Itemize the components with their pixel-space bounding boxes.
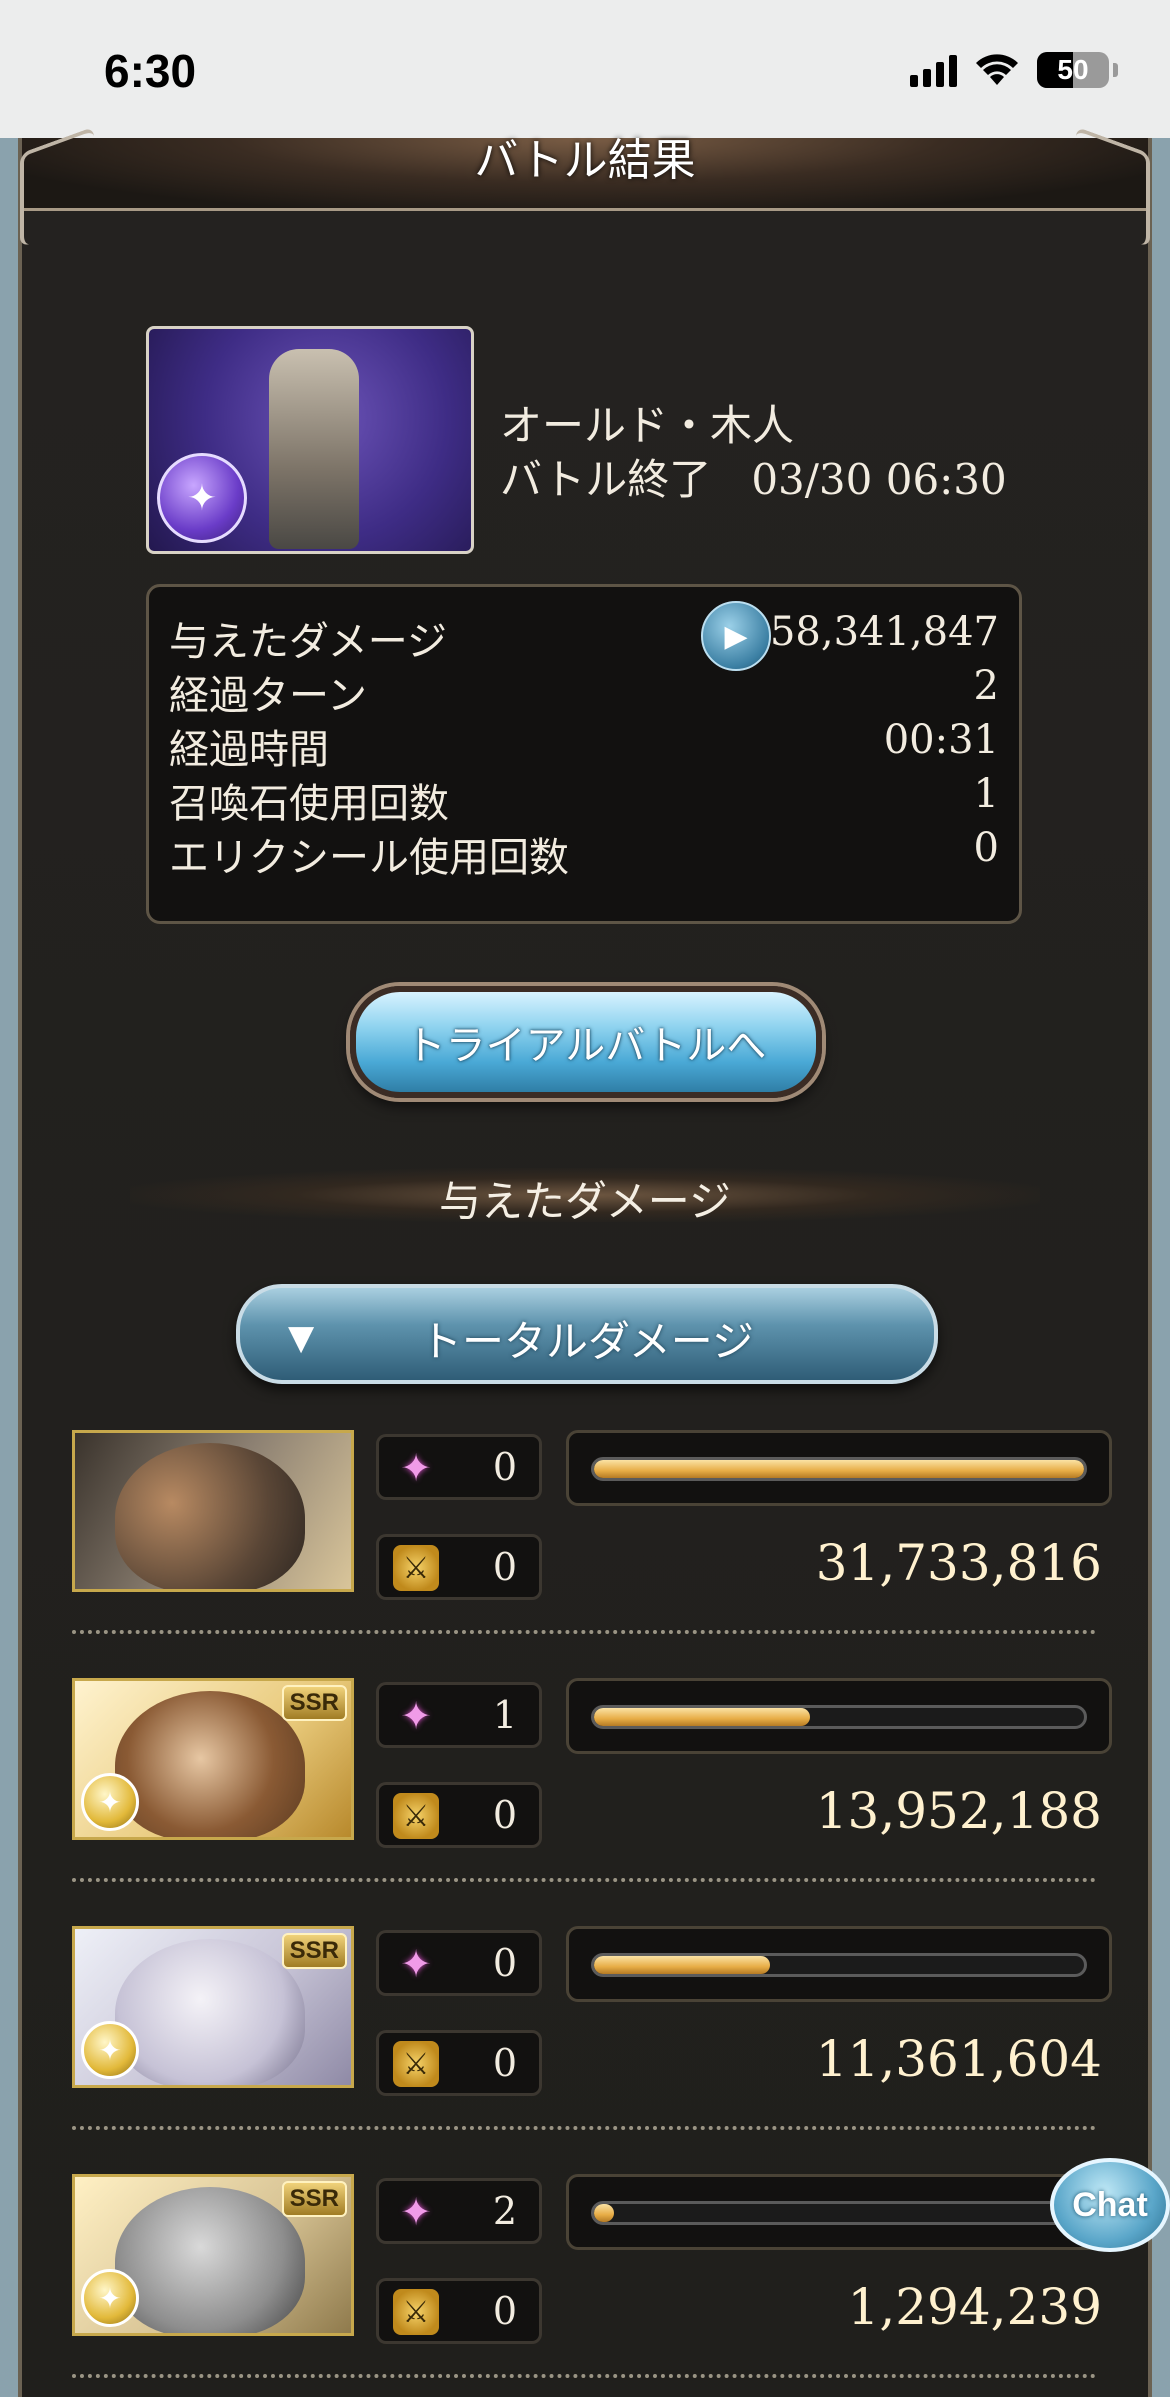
ougi-count: 0 bbox=[492, 2289, 517, 2333]
chat-button[interactable]: Chat bbox=[1050, 2158, 1170, 2252]
damage-value: 11,361,604 bbox=[815, 2030, 1102, 2088]
damage-bar bbox=[566, 2174, 1112, 2250]
status-icons: 50 bbox=[910, 52, 1118, 88]
stat-value: 2 bbox=[973, 663, 999, 709]
damage-bar-fill bbox=[594, 1956, 771, 1974]
status-time: 6:30 bbox=[104, 45, 197, 97]
background-right bbox=[1152, 138, 1170, 2397]
character-portrait[interactable]: SSR ✦ bbox=[72, 1678, 354, 1840]
ougi-counter: ⚔ 0 bbox=[376, 2030, 542, 2096]
skill-counter: ✦ 2 bbox=[376, 2178, 542, 2244]
stat-row-elixirs: エリクシール使用回数 0 bbox=[169, 825, 999, 881]
character-row: ✦ 0 ⚔ 0 31,733,816 bbox=[72, 1430, 1112, 1634]
damage-bar-fill bbox=[594, 1460, 1084, 1478]
battery-level: 50 bbox=[1057, 54, 1089, 85]
battle-end-label: バトル終了 bbox=[500, 455, 712, 504]
trial-battle-button[interactable]: トライアルバトルへ bbox=[350, 986, 822, 1098]
ssr-badge: SSR bbox=[281, 1685, 347, 1721]
ougi-counter: ⚔ 0 bbox=[376, 1782, 542, 1848]
crossed-swords-icon: ⚔ bbox=[393, 1793, 439, 1839]
ougi-count: 0 bbox=[492, 1793, 517, 1837]
skill-counter: ✦ 0 bbox=[376, 1930, 542, 1996]
ougi-counter: ⚔ 0 bbox=[376, 1534, 542, 1600]
page-title: バトル結果 bbox=[474, 135, 696, 186]
character-row: SSR ✦ ✦ 2 ⚔ 0 1,294,239 bbox=[72, 2174, 1112, 2378]
play-icon[interactable]: ▶ bbox=[701, 601, 771, 671]
background-left bbox=[0, 138, 18, 2397]
light-element-icon: ✦ bbox=[81, 2269, 139, 2327]
stat-label: エリクシール使用回数 bbox=[169, 835, 569, 881]
skill-count: 1 bbox=[492, 1693, 517, 1737]
damage-value: 13,952,188 bbox=[815, 1782, 1102, 1840]
cellular-signal-icon bbox=[910, 53, 957, 87]
damage-bar bbox=[566, 1926, 1112, 2002]
row-divider bbox=[72, 1878, 1096, 1882]
light-element-icon: ✦ bbox=[81, 1773, 139, 1831]
wifi-icon bbox=[976, 54, 1018, 85]
stat-label: 経過ターン bbox=[169, 673, 367, 719]
damage-value: 1,294,239 bbox=[847, 2278, 1102, 2336]
sparkle-icon: ✦ bbox=[400, 1446, 432, 1490]
damage-bar-fill bbox=[594, 2204, 614, 2222]
battery-icon: 50 bbox=[1037, 52, 1109, 88]
dropdown-label: トータルダメージ bbox=[420, 1317, 754, 1366]
stat-label: 召喚石使用回数 bbox=[169, 781, 449, 827]
stat-row-time: 経過時間 00:31 bbox=[169, 717, 999, 773]
stat-label: 与えたダメージ bbox=[169, 619, 447, 665]
stat-value: 0 bbox=[973, 825, 999, 871]
ougi-count: 0 bbox=[492, 1545, 517, 1589]
stat-row-summons: 召喚石使用回数 1 bbox=[169, 771, 999, 827]
dark-element-icon: ✦ bbox=[157, 453, 247, 543]
battle-end-info: バトル終了 03/30 06:30 bbox=[500, 446, 1007, 507]
stat-label: 経過時間 bbox=[169, 727, 329, 773]
status-bar: 6:30 50 bbox=[0, 0, 1170, 138]
damage-bar bbox=[566, 1678, 1112, 1754]
stat-row-damage: 与えたダメージ ▶ 58,341,847 bbox=[169, 601, 999, 671]
skill-count: 0 bbox=[492, 1445, 517, 1489]
row-divider bbox=[72, 2126, 1096, 2130]
character-row: SSR ✦ ✦ 1 ⚔ 0 13,952,188 bbox=[72, 1678, 1112, 1882]
damage-bar-fill bbox=[594, 1708, 810, 1726]
battle-stats: 与えたダメージ ▶ 58,341,847 経過ターン 2 経過時間 00:31 … bbox=[146, 584, 1022, 924]
stat-value: 1 bbox=[973, 771, 999, 817]
sparkle-icon: ✦ bbox=[400, 2190, 432, 2234]
boss-name: オールド・木人 bbox=[500, 401, 795, 450]
damage-bar bbox=[566, 1430, 1112, 1506]
stat-value: 00:31 bbox=[883, 717, 999, 763]
row-divider bbox=[72, 1630, 1096, 1634]
sparkle-icon: ✦ bbox=[400, 1942, 432, 1986]
character-portrait[interactable]: SSR ✦ bbox=[72, 2174, 354, 2336]
skill-counter: ✦ 0 bbox=[376, 1434, 542, 1500]
section-title: 与えたダメージ bbox=[439, 1177, 731, 1226]
ssr-badge: SSR bbox=[281, 2181, 347, 2217]
character-portrait[interactable]: SSR ✦ bbox=[72, 1926, 354, 2088]
stat-row-turns: 経過ターン 2 bbox=[169, 663, 999, 719]
damage-type-dropdown[interactable]: ▼ トータルダメージ bbox=[236, 1284, 938, 1384]
damage-value: 31,733,816 bbox=[815, 1534, 1102, 1592]
crossed-swords-icon: ⚔ bbox=[393, 2289, 439, 2335]
boss-portrait: ✦ bbox=[146, 326, 474, 554]
character-row: SSR ✦ ✦ 0 ⚔ 0 11,361,604 bbox=[72, 1926, 1112, 2130]
skill-counter: ✦ 1 bbox=[376, 1682, 542, 1748]
sparkle-icon: ✦ bbox=[400, 1694, 432, 1738]
light-element-icon: ✦ bbox=[81, 2021, 139, 2079]
ougi-counter: ⚔ 0 bbox=[376, 2278, 542, 2344]
skill-count: 0 bbox=[492, 1941, 517, 1985]
row-divider bbox=[72, 2374, 1096, 2378]
battle-end-time: 03/30 06:30 bbox=[751, 455, 1007, 504]
skill-count: 2 bbox=[492, 2189, 517, 2233]
ssr-badge: SSR bbox=[281, 1933, 347, 1969]
character-portrait[interactable] bbox=[72, 1430, 354, 1592]
stat-value: 58,341,847 bbox=[769, 609, 999, 655]
ougi-count: 0 bbox=[492, 2041, 517, 2085]
crossed-swords-icon: ⚔ bbox=[393, 1545, 439, 1591]
crossed-swords-icon: ⚔ bbox=[393, 2041, 439, 2087]
